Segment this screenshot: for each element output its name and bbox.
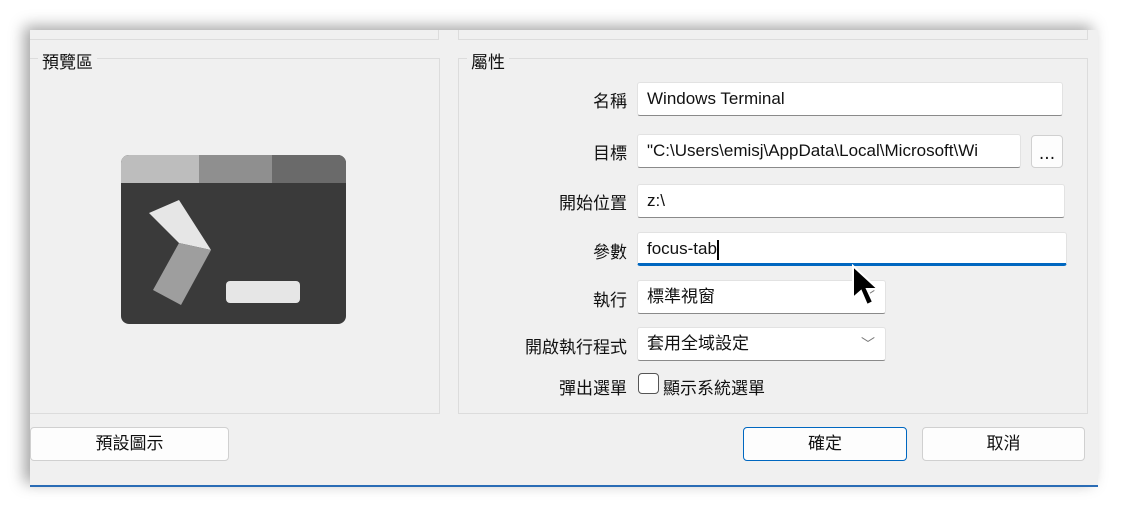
- target-input[interactable]: "C:\Users\emisj\AppData\Local\Microsoft\…: [637, 134, 1021, 168]
- browse-button[interactable]: ...: [1031, 135, 1063, 168]
- cancel-button[interactable]: 取消: [922, 427, 1085, 461]
- target-label: 目標: [593, 144, 627, 164]
- preview-group: 預覽區: [30, 48, 440, 414]
- properties-title: 屬性: [467, 48, 509, 73]
- args-input[interactable]: focus-tab: [637, 232, 1067, 266]
- open-with-dropdown[interactable]: 套用全域設定 ﹀: [637, 327, 886, 361]
- shortcut-properties-dialog: 預覽區 屬性 名稱 Windows Terminal 目標 "C:\Users\…: [30, 30, 1098, 487]
- top-panel-right: [458, 30, 1088, 40]
- open-with-value: 套用全域設定: [647, 334, 749, 353]
- windows-terminal-icon: [121, 155, 346, 324]
- name-input[interactable]: Windows Terminal: [637, 82, 1063, 116]
- run-value: 標準視窗: [647, 287, 715, 306]
- system-menu-checkbox[interactable]: [638, 373, 659, 394]
- open-with-label: 開啟執行程式: [525, 338, 627, 358]
- system-menu-checkbox-label[interactable]: 顯示系統選單: [663, 374, 765, 399]
- args-label: 參數: [593, 243, 627, 263]
- args-value: focus-tab: [647, 239, 717, 258]
- top-panel-left: [30, 30, 439, 40]
- ok-button[interactable]: 確定: [743, 427, 907, 461]
- start-in-input[interactable]: z:\: [637, 184, 1065, 218]
- text-cursor: [716, 239, 719, 260]
- chevron-down-icon: ﹀: [861, 336, 875, 352]
- name-label: 名稱: [593, 92, 627, 112]
- default-icon-button[interactable]: 預設圖示: [30, 427, 229, 461]
- run-dropdown[interactable]: 標準視窗﹀: [637, 280, 886, 314]
- run-label: 執行: [593, 291, 627, 311]
- popup-label: 彈出選單: [559, 379, 627, 399]
- mouse-pointer-icon: [852, 264, 881, 307]
- preview-title: 預覽區: [38, 48, 97, 73]
- start-in-label: 開始位置: [559, 194, 627, 214]
